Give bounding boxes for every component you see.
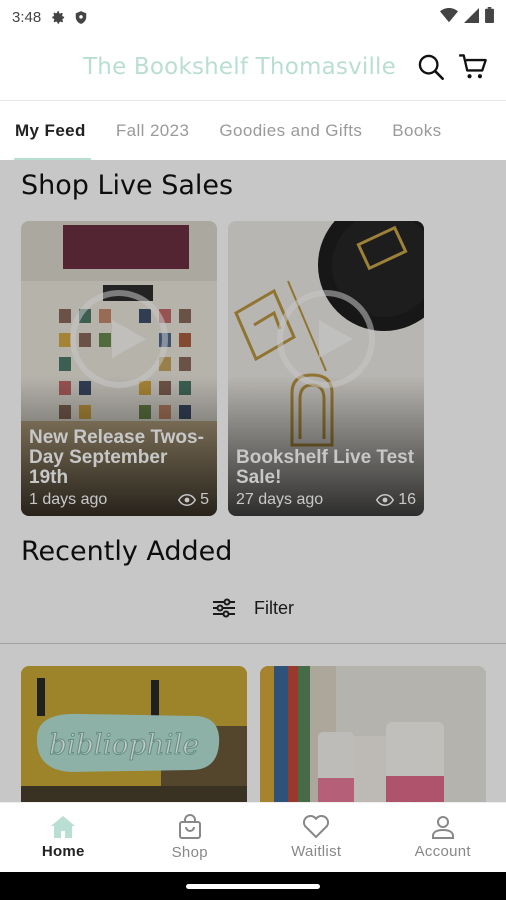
home-icon	[51, 816, 76, 838]
filter-label: Filter	[254, 597, 294, 618]
live-sale-meta: 27 days ago 16	[236, 491, 416, 509]
live-sale-card[interactable]: Bookshelf Live Test Sale! 27 days ago 16	[228, 221, 424, 516]
nav-waitlist[interactable]: Waitlist	[253, 803, 380, 872]
live-sale-age: 27 days ago	[236, 491, 324, 508]
person-icon	[431, 816, 454, 839]
signal-icon	[464, 7, 479, 27]
view-count-value: 5	[200, 491, 209, 508]
play-icon[interactable]	[277, 290, 375, 388]
live-sale-age: 1 days ago	[29, 491, 108, 508]
bottom-navigation: Home Shop Waitlist Account	[0, 802, 506, 872]
play-icon[interactable]	[70, 290, 168, 388]
view-count: 16	[376, 491, 416, 509]
nav-home-label: Home	[41, 843, 85, 860]
svg-text:ıs: ıs	[398, 793, 422, 802]
product-card[interactable]: ıs ıs	[260, 666, 486, 802]
view-count-value: 16	[398, 491, 416, 508]
filter-icon	[213, 598, 235, 618]
shield-icon	[74, 10, 88, 25]
heart-icon	[303, 815, 330, 838]
app-header: The Bookshelf Thomasville	[0, 34, 506, 100]
view-count: 5	[178, 491, 209, 509]
search-button[interactable]	[412, 48, 450, 86]
settings-icon	[51, 10, 66, 25]
nav-account[interactable]: Account	[380, 803, 506, 872]
battery-icon	[485, 7, 494, 27]
recently-added-heading: Recently Added	[21, 536, 233, 567]
status-bar: 3:48	[0, 0, 506, 34]
product-image: ıs ıs	[260, 666, 486, 802]
nav-waitlist-label: Waitlist	[291, 843, 342, 860]
product-image: bibliophile	[21, 666, 247, 802]
eye-icon	[178, 494, 197, 506]
store-title: The Bookshelf Thomasville	[83, 54, 396, 80]
live-sales-heading: Shop Live Sales	[21, 170, 234, 201]
filter-button[interactable]: Filter	[0, 590, 506, 626]
search-icon	[418, 54, 444, 80]
divider	[0, 643, 506, 644]
nav-shop-label: Shop	[171, 844, 208, 861]
tab-goodies-and-gifts[interactable]: Goodies and Gifts	[204, 101, 377, 160]
nav-account-label: Account	[414, 843, 471, 860]
live-sale-title: New Release Twos-Day September 19th	[29, 427, 204, 488]
cart-icon	[459, 54, 487, 79]
nav-shop[interactable]: Shop	[127, 803, 254, 872]
live-sale-meta: 1 days ago 5	[29, 491, 209, 509]
live-sale-title: Bookshelf Live Test Sale!	[236, 447, 415, 488]
category-tabs: My Feed Fall 2023 Goodies and Gifts Book…	[0, 100, 506, 160]
tab-my-feed[interactable]: My Feed	[0, 101, 101, 160]
eye-icon	[376, 494, 395, 506]
shopping-bag-icon	[178, 814, 201, 839]
product-card[interactable]: bibliophile	[21, 666, 247, 802]
status-time: 3:48	[12, 8, 42, 26]
wifi-icon	[440, 7, 458, 27]
tab-books[interactable]: Books	[377, 101, 456, 160]
gesture-bar	[0, 872, 506, 900]
svg-text:bibliophile: bibliophile	[49, 728, 199, 761]
tab-fall-2023[interactable]: Fall 2023	[101, 101, 205, 160]
nav-home[interactable]: Home	[0, 803, 127, 872]
live-sale-card[interactable]: New Release Twos-Day September 19th 1 da…	[21, 221, 217, 516]
feed-content[interactable]: Shop Live Sales New Release Twos-Day Sep…	[0, 160, 506, 802]
home-indicator[interactable]	[186, 883, 320, 889]
cart-button[interactable]	[454, 48, 492, 86]
